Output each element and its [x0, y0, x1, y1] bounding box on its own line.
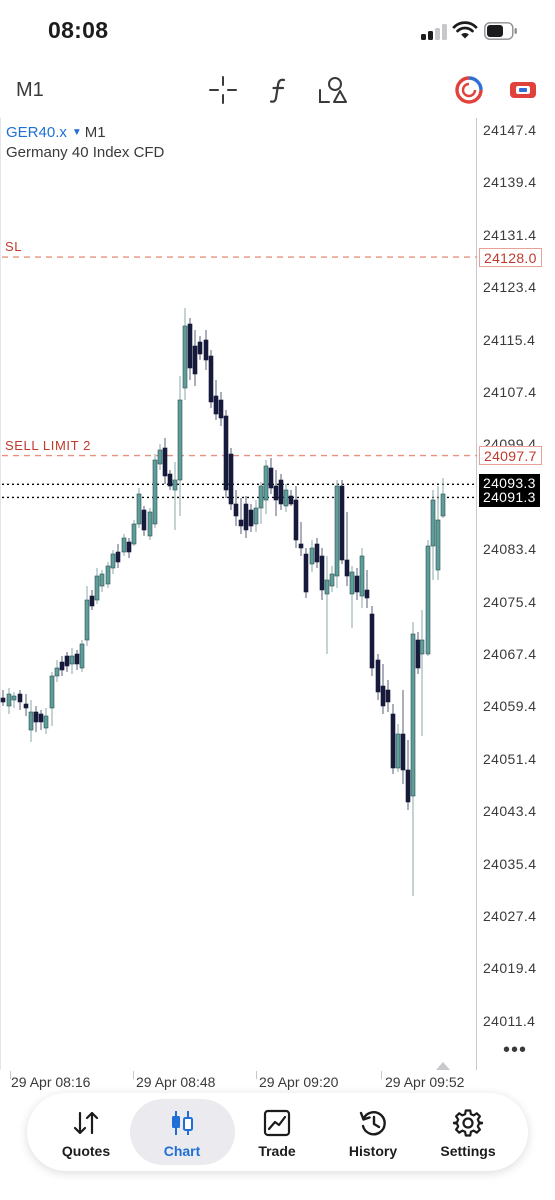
candles-icon — [172, 1111, 193, 1135]
y-axis-label: 24011.4 — [483, 1012, 536, 1029]
sell-limit-level-label[interactable]: SELL LIMIT 2 — [5, 438, 91, 453]
x-tick — [381, 1071, 382, 1079]
x-label: 29 Apr 09:52 — [385, 1074, 465, 1090]
y-axis-label: 24123.4 — [483, 279, 537, 296]
symbol-description: Germany 40 Index CFD — [6, 144, 165, 161]
y-axis-label: 24107.4 — [483, 384, 537, 400]
x-label: 29 Apr 09:20 — [259, 1074, 339, 1090]
tab-trade[interactable]: Trade — [225, 1093, 329, 1171]
tab-history[interactable]: History — [321, 1093, 425, 1171]
bottom-tab-bar: Quotes Chart Trade History Settings — [27, 1093, 528, 1171]
y-axis-label: 24027.4 — [483, 908, 537, 924]
symbol-header[interactable]: GER40.x ▼ M1 — [6, 124, 106, 141]
sell-limit-price-tag: 24097.7 — [479, 446, 542, 465]
trade-toggle-icon[interactable] — [508, 75, 538, 105]
tab-chart[interactable]: Chart — [130, 1093, 234, 1171]
tab-label: History — [348, 1143, 398, 1159]
status-bar: 08:08 — [0, 0, 555, 62]
tab-label: Chart — [163, 1143, 201, 1159]
y-axis-label: 24043.4 — [483, 803, 537, 820]
wifi-icon — [452, 21, 478, 39]
symbol-name[interactable]: GER40.x — [6, 124, 67, 141]
one-click-trading-icon[interactable] — [454, 75, 484, 105]
tab-quotes[interactable]: Quotes — [34, 1093, 138, 1171]
y-axis-label: 24059.4 — [483, 698, 537, 715]
symbol-timeframe: M1 — [84, 124, 106, 141]
y-axis-label: 24019.4 — [483, 960, 537, 977]
crosshair-icon[interactable] — [208, 75, 238, 105]
tab-label: Settings — [440, 1143, 496, 1159]
cellular-signal-icon — [421, 23, 447, 40]
y-axis-label: 24139.4 — [483, 174, 537, 191]
scroll-to-end-icon[interactable] — [436, 1062, 450, 1070]
y-axis-label: 24067.4 — [483, 646, 537, 662]
y-axis-label: 24083.4 — [483, 541, 537, 558]
history-icon — [359, 1111, 386, 1136]
x-label: 29 Apr 08:16 — [11, 1074, 91, 1090]
function-icon[interactable] — [264, 75, 294, 105]
status-time: 08:08 — [48, 17, 109, 43]
sl-level-label[interactable]: SL — [5, 239, 22, 254]
tab-settings[interactable]: Settings — [416, 1093, 520, 1171]
bid-price-tag: 24091.3 — [479, 488, 540, 507]
tab-label: Trade — [258, 1143, 296, 1159]
timeframe-selector[interactable]: M1 — [16, 79, 44, 102]
chart-toolbar: M1 — [0, 62, 555, 118]
x-label: 29 Apr 08:48 — [136, 1074, 216, 1090]
battery-icon — [484, 22, 517, 40]
y-axis-label: 24147.4 — [483, 122, 537, 138]
chart-plot-area[interactable] — [0, 118, 477, 1070]
x-tick — [133, 1071, 134, 1079]
symbol-caret-icon[interactable]: ▼ — [72, 127, 82, 138]
quotes-arrows-icon — [73, 1111, 99, 1135]
y-axis-label: 24075.4 — [483, 593, 537, 610]
x-tick — [256, 1071, 257, 1079]
objects-icon[interactable] — [317, 75, 347, 105]
y-axis-label: 24131.4 — [483, 226, 537, 243]
time-axis: 29 Apr 08:16 29 Apr 08:48 29 Apr 09:20 2… — [0, 1071, 555, 1095]
more-options-icon[interactable]: ••• — [503, 1039, 527, 1062]
sl-price-tag: 24128.0 — [479, 248, 542, 267]
settings-gear-icon — [453, 1109, 483, 1137]
y-axis-label: 24051.4 — [483, 750, 537, 767]
y-axis-label: 24035.4 — [483, 855, 537, 872]
y-axis-label: 24115.4 — [483, 331, 536, 348]
trade-chart-icon — [263, 1109, 291, 1137]
tab-label: Quotes — [61, 1143, 111, 1159]
